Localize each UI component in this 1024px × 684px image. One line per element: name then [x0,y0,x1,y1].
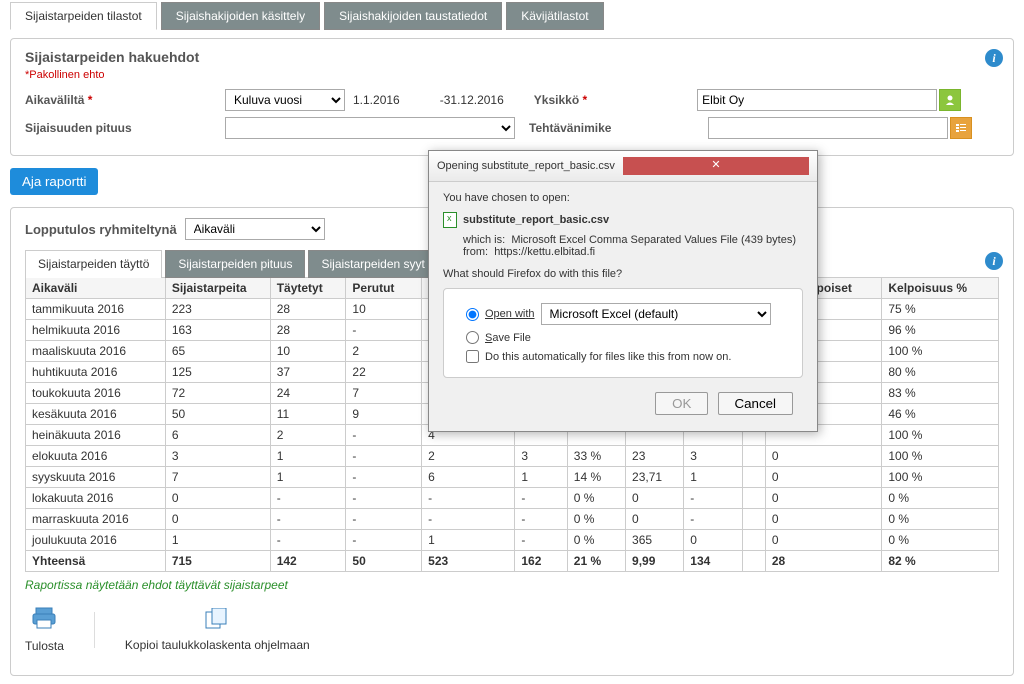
inner-tab-length[interactable]: Sijaistarpeiden pituus [165,250,305,278]
tab-handling[interactable]: Sijaishakijoiden käsittely [161,2,320,30]
jobtitle-input[interactable] [708,117,948,139]
tab-background[interactable]: Sijaishakijoiden taustatiedot [324,2,502,30]
table-row: elokuuta 201631-2333 %2330100 % [26,446,999,467]
jobtitle-picker-icon[interactable] [950,117,972,139]
table-header: Kelpoisuus % [882,278,999,299]
unit-picker-icon[interactable] [939,89,961,111]
range-label: Aikaväliltä * [25,93,225,107]
print-button[interactable]: Tulosta [25,606,64,653]
copy-spreadsheet-button[interactable]: Kopioi taulukkolaskenta ohjelmaan [125,608,310,652]
inner-tab-reasons[interactable]: Sijaistarpeiden syyt [308,250,437,278]
download-dialog: Opening substitute_report_basic.csv ✕ Yo… [428,150,818,432]
group-label: Lopputulos ryhmiteltynä [25,222,177,237]
tab-visitors[interactable]: Kävijätilastot [506,2,603,30]
search-title: Sijaistarpeiden hakuehdot [25,49,999,65]
print-label: Tulosta [25,639,64,653]
action-bar: Tulosta Kopioi taulukkolaskenta ohjelmaa… [25,598,999,661]
jobtitle-label: Tehtävänimike [529,121,611,135]
footer-note: Raportissa näytetään ehdot täyttävät sij… [25,572,999,598]
auto-label: Do this automatically for files like thi… [485,351,731,363]
table-header: Perutut [346,278,422,299]
range-to: -31.12.2016 [440,93,504,107]
dialog-title-text: Opening substitute_report_basic.csv [437,160,623,172]
table-row: marraskuuta 20160----0 %0-00 % [26,509,999,530]
filename: substitute_report_basic.csv [463,214,609,226]
search-panel: i Sijaistarpeiden hakuehdot *Pakollinen … [10,38,1014,156]
from-value: https://kettu.elbitad.fi [494,246,595,258]
open-with-label: Open with [485,308,535,320]
ok-button[interactable]: OK [655,392,708,415]
which-value: Microsoft Excel Comma Separated Values F… [511,234,796,246]
table-total-row: Yhteensä7151425052316221 %9,991342882 % [26,551,999,572]
top-tabs: Sijaistarpeiden tilastot Sijaishakijoide… [0,0,1024,30]
length-label: Sijaisuuden pituus [25,121,225,135]
excel-file-icon [443,212,457,228]
unit-input[interactable] [697,89,937,111]
unit-label: Yksikkö * [534,93,587,107]
copy-icon [125,608,310,636]
tab-stats[interactable]: Sijaistarpeiden tilastot [10,2,157,30]
printer-icon [25,606,64,637]
table-header: Aikaväli [26,278,166,299]
table-row: syyskuuta 201671-6114 %23,7110100 % [26,467,999,488]
info-icon[interactable]: i [985,252,1003,270]
group-select[interactable]: Aikaväli [185,218,325,240]
dialog-titlebar: Opening substitute_report_basic.csv ✕ [429,151,817,182]
what-should: What should Firefox do with this file? [443,268,803,280]
save-file-radio[interactable] [466,331,479,344]
which-label: which is: [463,234,505,246]
run-report-button[interactable]: Aja raportti [10,168,98,195]
chosen-text: You have chosen to open: [443,192,803,204]
auto-checkbox[interactable] [466,350,479,363]
cancel-button[interactable]: Cancel [718,392,794,415]
range-from: 1.1.2016 [353,93,400,107]
table-header: Täytetyt [270,278,346,299]
required-note: *Pakollinen ehto [25,69,999,81]
inner-tab-fill[interactable]: Sijaistarpeiden täyttö [25,250,162,278]
open-with-radio[interactable] [466,308,479,321]
info-icon[interactable]: i [985,49,1003,67]
from-label: from: [463,246,488,258]
copy-label: Kopioi taulukkolaskenta ohjelmaan [125,638,310,652]
table-row: joulukuuta 20161--1-0 %365000 % [26,530,999,551]
length-select[interactable] [225,117,515,139]
close-icon[interactable]: ✕ [623,157,809,175]
save-file-label: Save File [485,332,531,344]
table-row: lokakuuta 20160----0 %0-00 % [26,488,999,509]
open-with-select[interactable]: Microsoft Excel (default) [541,303,771,325]
range-select[interactable]: Kuluva vuosi [225,89,345,111]
table-header: Sijaistarpeita [165,278,270,299]
divider [94,612,95,648]
